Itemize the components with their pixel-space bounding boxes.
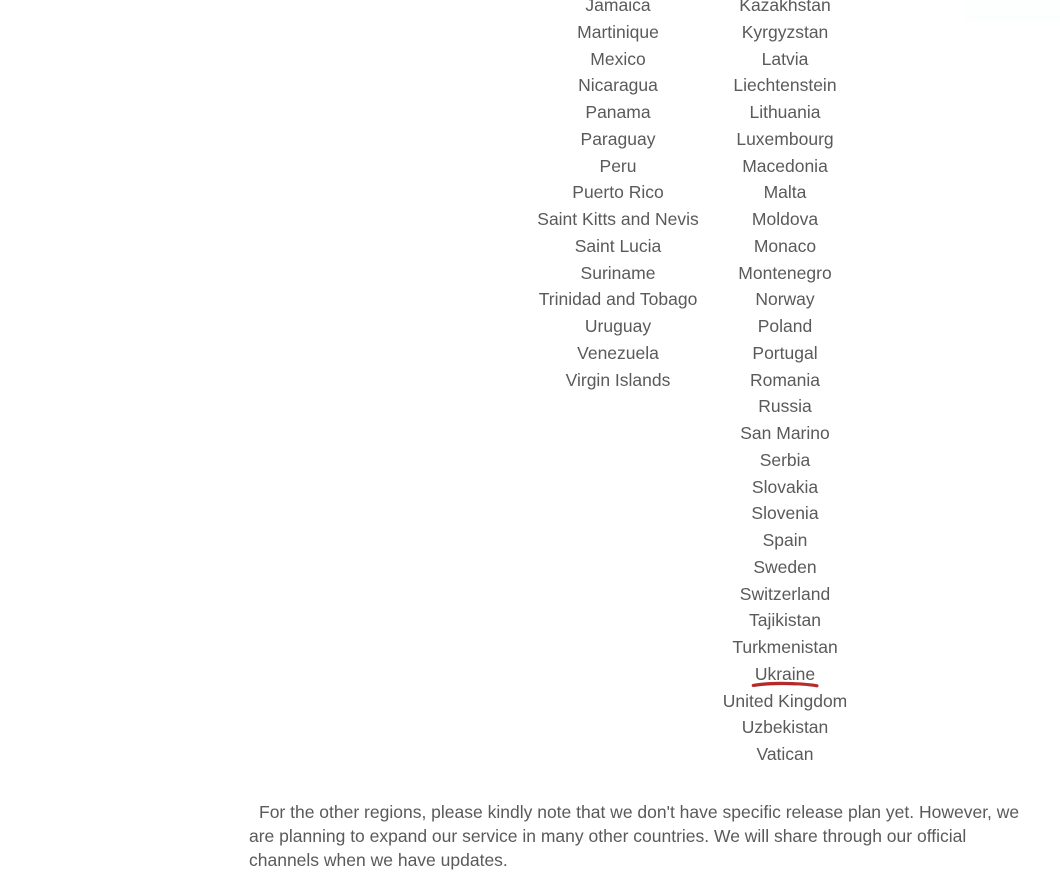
country-item: Sweden bbox=[605, 554, 965, 581]
country-name-highlighted: Ukraine bbox=[755, 664, 815, 684]
country-item: Macedonia bbox=[605, 153, 965, 180]
country-name: Portugal bbox=[752, 343, 817, 363]
country-item: Switzerland bbox=[605, 581, 965, 608]
country-item: Uzbekistan bbox=[605, 714, 965, 741]
country-item-highlighted: Ukraine bbox=[605, 661, 965, 688]
country-item: Kyrgyzstan bbox=[605, 19, 965, 46]
country-item: Tajikistan bbox=[605, 607, 965, 634]
country-name: Slovenia bbox=[751, 503, 818, 523]
country-item: Latvia bbox=[605, 46, 965, 73]
country-name: Uzbekistan bbox=[742, 717, 829, 737]
country-name: Tajikistan bbox=[749, 610, 821, 630]
country-name: Monaco bbox=[754, 236, 816, 256]
country-name: San Marino bbox=[740, 423, 830, 443]
country-name: Turkmenistan bbox=[732, 637, 837, 657]
country-name: Lithuania bbox=[749, 102, 820, 122]
other-regions-note: For the other regions, please kindly not… bbox=[249, 800, 1039, 872]
country-name: Latvia bbox=[762, 49, 809, 69]
country-item: Slovakia bbox=[605, 474, 965, 501]
country-name: Luxembourg bbox=[736, 129, 833, 149]
country-item: Vatican bbox=[605, 741, 965, 768]
country-item: Romania bbox=[605, 367, 965, 394]
country-item: Kazakhstan bbox=[605, 0, 965, 19]
country-name: Spain bbox=[763, 530, 808, 550]
country-name: Malta bbox=[764, 182, 807, 202]
country-item: Poland bbox=[605, 313, 965, 340]
country-item: San Marino bbox=[605, 420, 965, 447]
country-name: Liechtenstein bbox=[733, 75, 836, 95]
country-item: Montenegro bbox=[605, 260, 965, 287]
country-item: Norway bbox=[605, 286, 965, 313]
country-item: Spain bbox=[605, 527, 965, 554]
country-item: Luxembourg bbox=[605, 126, 965, 153]
country-name: Switzerland bbox=[740, 584, 830, 604]
country-name: Serbia bbox=[760, 450, 811, 470]
country-name: Norway bbox=[755, 289, 814, 309]
country-name: Romania bbox=[750, 370, 820, 390]
country-item: Serbia bbox=[605, 447, 965, 474]
country-name: Moldova bbox=[752, 209, 818, 229]
country-name: Vatican bbox=[756, 744, 813, 764]
country-name: Russia bbox=[758, 396, 812, 416]
country-name: Poland bbox=[758, 316, 813, 336]
country-name: Montenegro bbox=[738, 263, 831, 283]
country-item: Malta bbox=[605, 179, 965, 206]
country-item: Liechtenstein bbox=[605, 72, 965, 99]
country-item: Lithuania bbox=[605, 99, 965, 126]
country-name: Kyrgyzstan bbox=[742, 22, 829, 42]
capture-artifact bbox=[964, 0, 1060, 22]
country-item: Slovenia bbox=[605, 500, 965, 527]
country-item: Monaco bbox=[605, 233, 965, 260]
country-item: Portugal bbox=[605, 340, 965, 367]
country-name: United Kingdom bbox=[723, 691, 848, 711]
country-item: Moldova bbox=[605, 206, 965, 233]
country-name: Kazakhstan bbox=[739, 0, 830, 15]
country-column-right: Kazakhstan Kyrgyzstan Latvia Liechtenstein L… bbox=[605, 0, 965, 768]
country-item: Russia bbox=[605, 393, 965, 420]
country-item: Turkmenistan bbox=[605, 634, 965, 661]
country-item: United Kingdom bbox=[605, 688, 965, 715]
country-name: Sweden bbox=[753, 557, 816, 577]
country-name: Slovakia bbox=[752, 477, 818, 497]
page-content: JamaicaMartiniqueMexicoNicaraguaPanamaPa… bbox=[0, 0, 1060, 855]
country-name: Macedonia bbox=[742, 156, 828, 176]
